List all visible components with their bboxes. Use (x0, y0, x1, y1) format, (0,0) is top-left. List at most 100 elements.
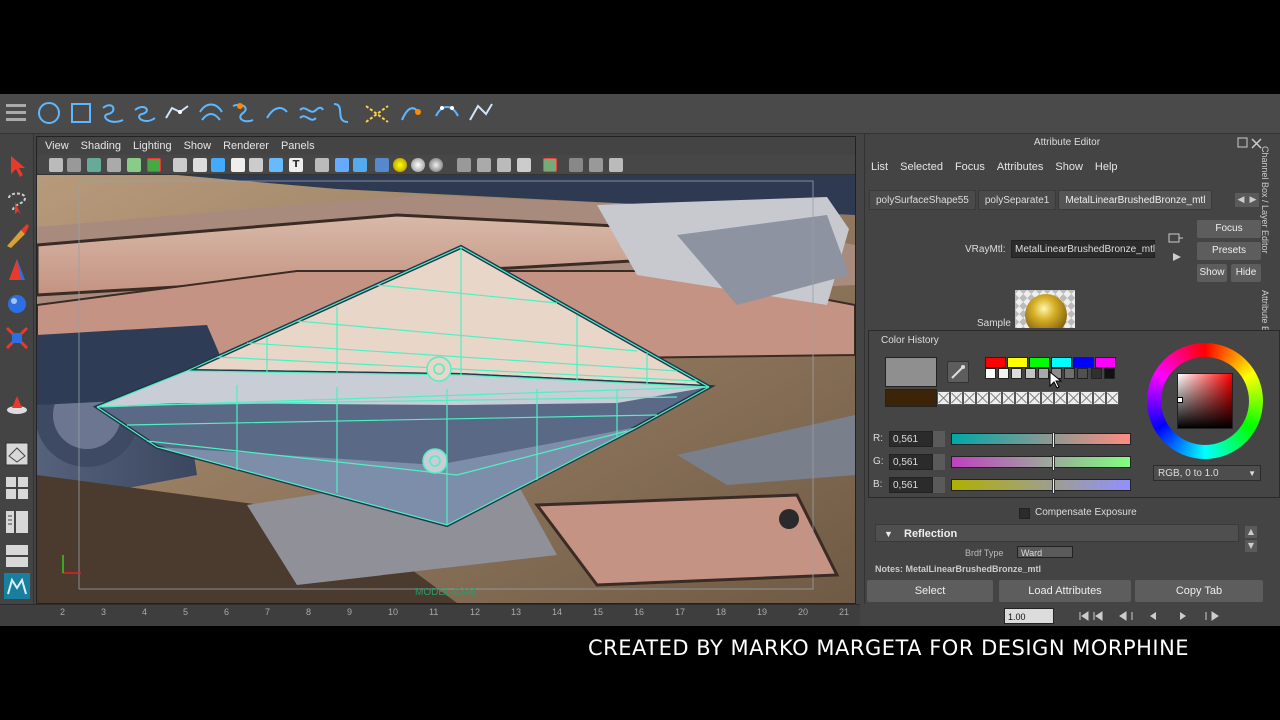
cv-curve-icon[interactable] (98, 98, 128, 128)
select-tool-icon[interactable] (3, 152, 31, 180)
history-swatch[interactable] (1051, 357, 1072, 368)
menu-shading[interactable]: Shading (81, 137, 121, 155)
chevron-right-icon[interactable]: ▶ (1247, 193, 1259, 207)
slider-handle[interactable] (1051, 455, 1055, 471)
camera-select-icon[interactable] (49, 158, 63, 172)
empty-history-slot[interactable] (1002, 391, 1015, 405)
selected-lights-icon[interactable] (429, 158, 443, 172)
color-wheel[interactable] (1147, 343, 1263, 459)
load-attributes-button[interactable]: Load Attributes (999, 580, 1131, 602)
channel-box-side-tab[interactable]: Channel Box / Layer Editor (1260, 146, 1270, 254)
history-swatch[interactable] (1011, 368, 1023, 379)
slider-handle[interactable] (1051, 478, 1055, 494)
channel-value-field[interactable]: 0,561 (889, 454, 933, 470)
xray-icon[interactable] (335, 158, 349, 172)
channel-slider[interactable] (951, 432, 1131, 448)
circle-curve-icon[interactable] (34, 98, 64, 128)
history-swatch[interactable] (1064, 368, 1076, 379)
ep-curve-icon[interactable] (130, 98, 160, 128)
menu-renderer[interactable]: Renderer (223, 137, 269, 155)
slider-handle[interactable] (1051, 432, 1055, 448)
four-pane-layout-icon[interactable] (3, 474, 31, 502)
grid-icon[interactable] (127, 158, 141, 172)
all-lights-icon[interactable] (411, 158, 425, 172)
history-swatch[interactable] (1090, 368, 1102, 379)
ambient-occlusion-icon[interactable] (457, 158, 471, 172)
move-tool-icon[interactable] (3, 256, 31, 284)
menu-selected[interactable]: Selected (900, 158, 943, 176)
empty-history-slot[interactable] (1080, 391, 1093, 405)
motion-blur-icon[interactable] (477, 158, 491, 172)
depth-of-field-icon[interactable] (517, 158, 531, 172)
show-button[interactable]: Show (1197, 264, 1227, 282)
paint-select-icon[interactable] (3, 222, 31, 250)
lights-icon[interactable] (249, 158, 263, 172)
menu-show[interactable]: Show (184, 137, 212, 155)
menu-attributes[interactable]: Attributes (997, 158, 1043, 176)
reverse-curve-icon[interactable] (466, 98, 496, 128)
spinner-icon[interactable] (933, 477, 945, 493)
history-swatch[interactable] (985, 368, 996, 379)
spinner-icon[interactable] (933, 454, 945, 470)
menu-help[interactable]: Help (1095, 158, 1118, 176)
history-swatch[interactable] (985, 357, 1006, 368)
camera-attributes-icon[interactable] (67, 158, 81, 172)
smooth-shade-icon[interactable] (193, 158, 207, 172)
viewport-canvas[interactable]: MODEL-CAM (37, 175, 855, 603)
manipulator-tool-icon[interactable] (3, 392, 31, 420)
scroll-down-icon[interactable]: ▼ (1245, 540, 1257, 552)
arc-tool-icon[interactable] (196, 98, 226, 128)
empty-history-slot[interactable] (1106, 391, 1119, 405)
spinner-icon[interactable] (933, 431, 945, 447)
history-swatch[interactable] (1073, 357, 1094, 368)
menu-view[interactable]: View (45, 137, 69, 155)
shelf-menu-icon[interactable] (6, 100, 26, 128)
copy-tab-button[interactable]: Copy Tab (1135, 580, 1263, 602)
empty-history-slot[interactable] (1067, 391, 1080, 405)
hypershade-layout-icon[interactable] (3, 542, 31, 570)
pencil-curve-icon[interactable] (162, 98, 192, 128)
history-swatch[interactable] (1007, 357, 1028, 368)
history-swatch[interactable] (1029, 357, 1050, 368)
attach-curve-icon[interactable] (228, 98, 258, 128)
film-gate-icon[interactable] (147, 158, 161, 172)
empty-history-slot[interactable] (976, 391, 989, 405)
empty-history-slot[interactable] (1041, 391, 1054, 405)
empty-history-slot[interactable] (950, 391, 963, 405)
output-connection-icon[interactable] (1171, 252, 1183, 262)
time-slider[interactable]: 2 3 4 5 6 7 8 9 10 11 12 13 14 15 16 17 18 19 20 21 (0, 604, 860, 626)
text-display-icon[interactable]: T (289, 158, 303, 172)
select-button[interactable]: Select (867, 580, 993, 602)
focus-button[interactable]: Focus (1197, 220, 1261, 238)
insert-knot-icon[interactable] (362, 98, 392, 128)
wireframe-on-shaded-icon[interactable] (211, 158, 225, 172)
safe-title-icon[interactable] (589, 158, 603, 172)
wireframe-icon[interactable] (173, 158, 187, 172)
share-icon[interactable] (609, 158, 623, 172)
color-picker-marker[interactable] (1177, 397, 1183, 403)
eyedropper-button[interactable] (947, 361, 969, 383)
rotate-tool-icon[interactable] (3, 290, 31, 318)
previous-color-swatch[interactable] (885, 389, 937, 407)
scale-tool-icon[interactable] (3, 324, 31, 352)
detach-curve-icon[interactable] (262, 98, 292, 128)
menu-show[interactable]: Show (1055, 158, 1083, 176)
empty-history-slot[interactable] (989, 391, 1002, 405)
tab-polysurfaceshape55[interactable]: polySurfaceShape55 (869, 190, 976, 210)
history-swatch[interactable] (1037, 368, 1049, 379)
xray-components-icon[interactable] (375, 158, 389, 172)
lasso-tool-icon[interactable] (3, 188, 31, 216)
color-mode-select[interactable]: RGB, 0 to 1.0 ▼ (1153, 465, 1261, 481)
empty-history-slot[interactable] (1015, 391, 1028, 405)
xray-joints-icon[interactable] (353, 158, 367, 172)
viewport-panel[interactable]: View Shading Lighting Show Renderer Pane… (36, 136, 856, 604)
menu-lighting[interactable]: Lighting (133, 137, 172, 155)
playback-controls-icon[interactable] (1076, 610, 1276, 622)
presets-button[interactable]: Presets (1197, 242, 1261, 260)
image-plane-icon[interactable] (107, 158, 121, 172)
empty-history-slot[interactable] (963, 391, 976, 405)
menu-panels[interactable]: Panels (281, 137, 315, 155)
hide-button[interactable]: Hide (1231, 264, 1261, 282)
history-swatch[interactable] (1095, 357, 1116, 368)
compensate-exposure-checkbox[interactable] (1019, 508, 1030, 519)
